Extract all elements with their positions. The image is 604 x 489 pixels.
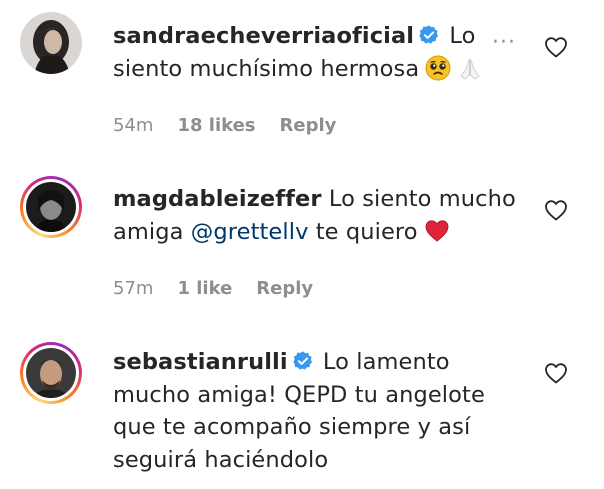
username[interactable]: sandraecheverriaoficial	[113, 23, 414, 49]
avatar[interactable]	[20, 342, 82, 404]
comment-meta: 57m 1 like Reply	[113, 278, 337, 299]
pleading-face-emoji-icon	[425, 55, 451, 81]
verified-badge-icon	[418, 24, 440, 46]
folded-hands-emoji-icon	[457, 55, 483, 81]
like-heart-icon[interactable]	[544, 199, 568, 221]
like-heart-icon[interactable]	[544, 36, 568, 58]
comment-body-line-4: seguirá haciéndolo	[113, 446, 329, 473]
avatar[interactable]	[20, 12, 82, 74]
comment-body-line-1: Lo siento mucho	[328, 186, 516, 212]
likes-count[interactable]: 1 like	[177, 278, 232, 299]
likes-count[interactable]: 18 likes	[177, 115, 255, 136]
reply-button[interactable]: Reply	[280, 115, 337, 136]
comment-meta: 54m 18 likes Reply	[113, 115, 360, 136]
comment-body-line-2: mucho amiga! QEPD tu angelote	[113, 381, 485, 408]
comment-text: sandraecheverriaoficial Lo siento muchís…	[113, 20, 523, 85]
comment-body-line-2-end: te quiero	[315, 218, 418, 245]
comment-time: 54m	[113, 115, 154, 136]
more-options-button[interactable]: ···	[492, 30, 516, 55]
comment-text: sebastianrulli Lo lamento mucho amiga! Q…	[113, 346, 523, 476]
comment-body-line-1: Lo	[449, 23, 476, 49]
comment-body-line-1: Lo lamento	[322, 349, 450, 375]
mention-link[interactable]: @grettellv	[191, 219, 309, 245]
comment-body-line-2: amiga	[113, 218, 184, 245]
comment-text: magdableizeffer Lo siento mucho amiga @g…	[113, 183, 523, 248]
avatar[interactable]	[20, 176, 82, 238]
red-heart-emoji-icon	[424, 218, 450, 244]
verified-badge-icon	[292, 350, 314, 372]
username[interactable]: sebastianrulli	[113, 349, 288, 375]
comment-body-line-2: siento muchísimo hermosa	[113, 55, 420, 82]
like-heart-icon[interactable]	[544, 362, 568, 384]
reply-button[interactable]: Reply	[256, 278, 313, 299]
comment-time: 57m	[113, 278, 154, 299]
comment-body-line-3: que te acompaño siempre y así	[113, 414, 471, 440]
username[interactable]: magdableizeffer	[113, 186, 322, 212]
